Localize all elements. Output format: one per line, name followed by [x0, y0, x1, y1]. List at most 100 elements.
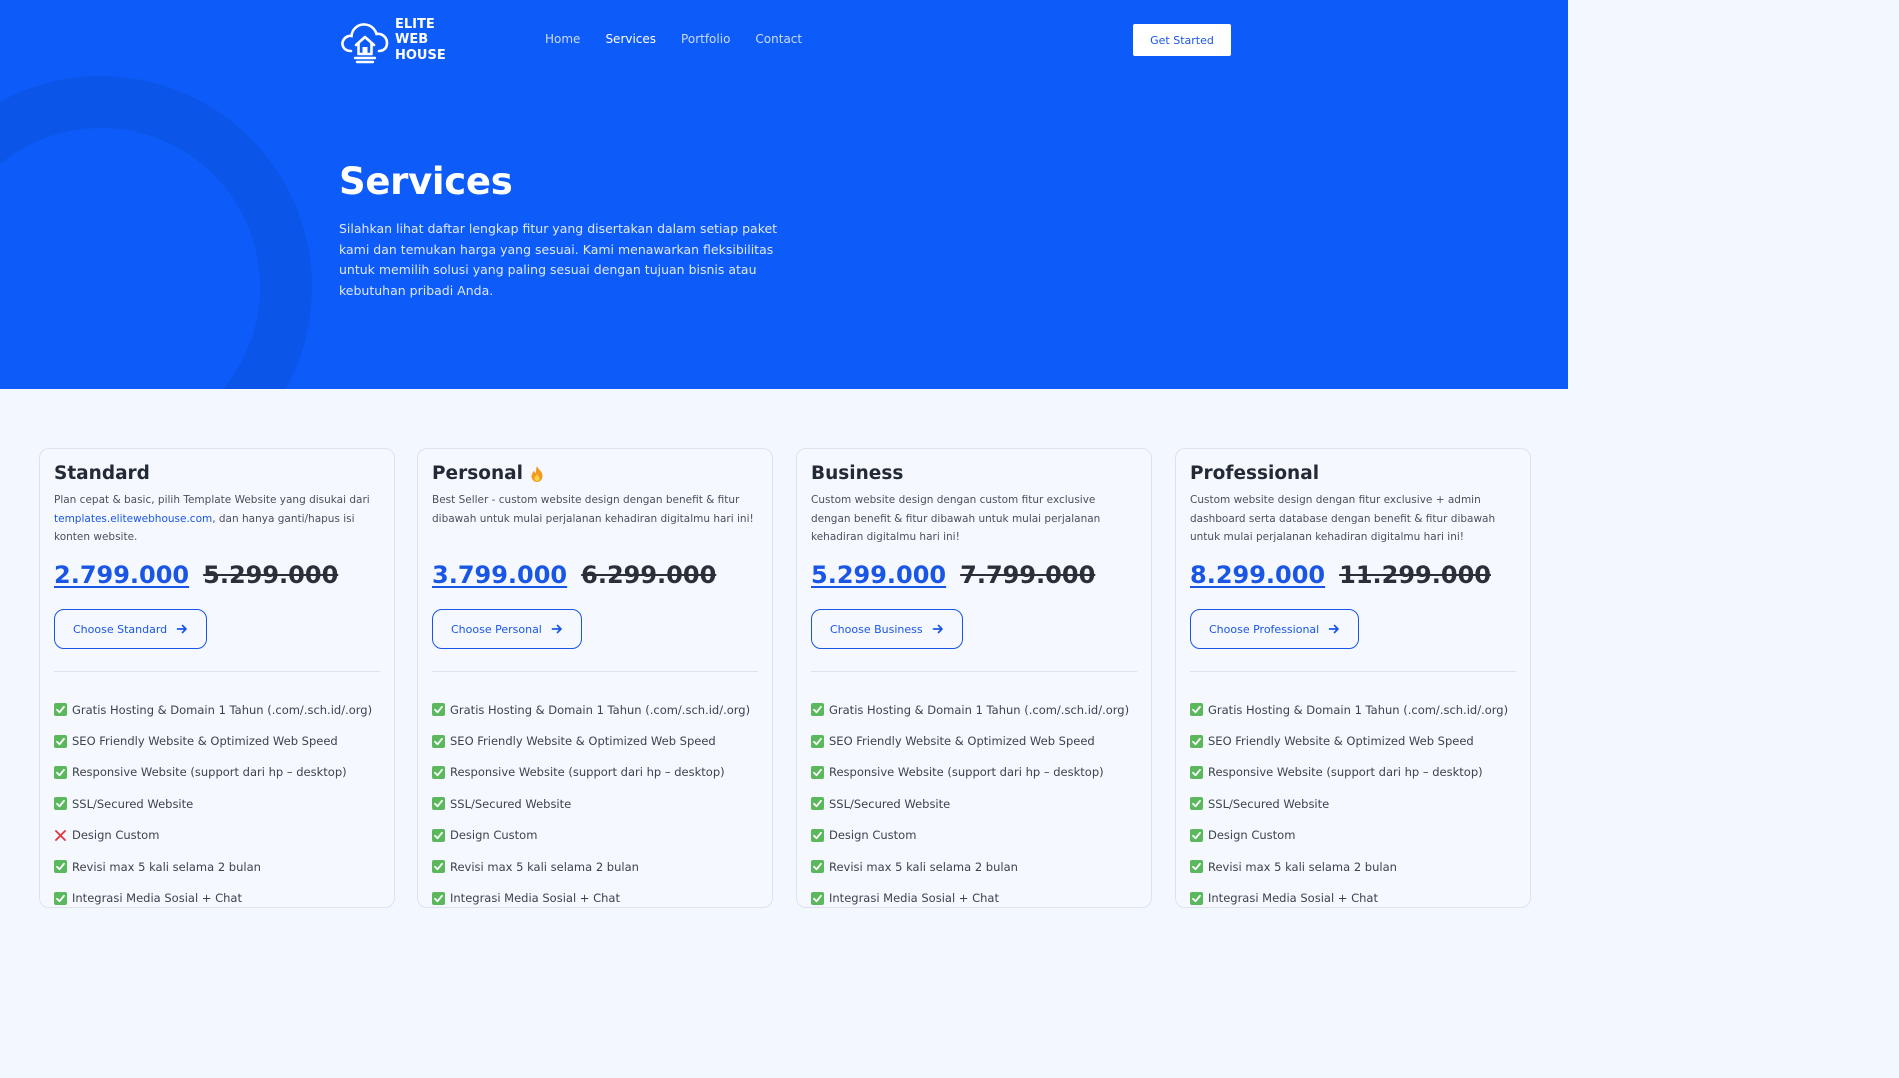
- feature-text: Design Custom: [450, 828, 538, 843]
- check-icon: [54, 734, 67, 748]
- arrow-right-icon: [1328, 624, 1340, 634]
- check-icon: [1190, 860, 1203, 874]
- check-icon: [54, 797, 67, 811]
- feature-text: SEO Friendly Website & Optimized Web Spe…: [450, 734, 716, 749]
- choose-professional-button[interactable]: Choose Professional: [1190, 609, 1360, 649]
- feature-item: Responsive Website (support dari hp – de…: [1190, 757, 1508, 788]
- pricing-card-professional: Professional Custom website design dengan…: [1175, 448, 1531, 908]
- check-icon: [811, 765, 824, 779]
- check-icon: [54, 703, 67, 717]
- feature-text: Integrasi Media Sosial + Chat: [72, 891, 242, 906]
- feature-text: Revisi max 5 kali selama 2 bulan: [72, 859, 261, 874]
- check-icon: [54, 891, 67, 905]
- feature-item: SSL/Secured Website: [432, 788, 750, 819]
- check-icon: [432, 797, 445, 811]
- arrow-right-icon: [932, 624, 943, 634]
- pricing-card-personal: Personal Best Seller - custom website des…: [417, 448, 773, 908]
- arrow-right-icon: [176, 624, 188, 634]
- feature-item: Integrasi Media Sosial + Chat: [432, 882, 750, 907]
- feature-text: Integrasi Media Sosial + Chat: [1208, 891, 1378, 906]
- feature-item: SSL/Secured Website: [811, 788, 1129, 819]
- feature-item: Integrasi Media Sosial + Chat: [54, 882, 372, 907]
- feature-list: Gratis Hosting & Domain 1 Tahun (.com/.s…: [432, 694, 751, 907]
- pricing-card-standard: Standard Plan cepat & basic, pilih Templa…: [39, 448, 395, 908]
- templates-link[interactable]: templates.elitewebhouse.com: [54, 513, 212, 525]
- brand-line: HOUSE: [395, 47, 446, 63]
- choose-standard-button[interactable]: Choose Standard: [54, 609, 208, 649]
- current-price[interactable]: 5.299.000: [811, 561, 946, 589]
- nav-services[interactable]: Services: [605, 32, 656, 46]
- feature-text: Design Custom: [1208, 828, 1296, 843]
- plan-title: Business: [811, 463, 903, 484]
- navbar: ELITE WEB HOUSE Home Services Portfolio …: [0, 0, 1568, 80]
- feature-item: SEO Friendly Website & Optimized Web Spe…: [432, 725, 750, 756]
- feature-item: Gratis Hosting & Domain 1 Tahun (.com/.s…: [54, 694, 372, 725]
- divider: [54, 671, 380, 672]
- plan-description: Best Seller - custom website design deng…: [432, 491, 758, 528]
- cross-icon: [55, 829, 66, 841]
- feature-item: Design Custom: [432, 820, 750, 851]
- feature-text: SSL/Secured Website: [829, 796, 951, 811]
- check-icon: [1190, 891, 1203, 905]
- nav-home[interactable]: Home: [545, 32, 580, 46]
- feature-list: Gratis Hosting & Domain 1 Tahun (.com/.s…: [811, 694, 1130, 907]
- check-icon: [54, 860, 67, 874]
- plan-desc-text: Plan cepat & basic, pilih Template Websi…: [54, 494, 370, 506]
- choose-business-button[interactable]: Choose Business: [811, 609, 963, 649]
- feature-text: SEO Friendly Website & Optimized Web Spe…: [829, 734, 1095, 749]
- feature-item: SSL/Secured Website: [54, 788, 372, 819]
- feature-item: Revisi max 5 kali selama 2 bulan: [811, 851, 1129, 882]
- get-started-button[interactable]: Get Started: [1133, 24, 1231, 56]
- fire-icon: [531, 465, 543, 482]
- button-label: Choose Personal: [451, 622, 542, 636]
- price-row: 3.799.000 6.299.000: [432, 561, 716, 589]
- plan-title: Standard: [54, 463, 150, 484]
- check-icon: [811, 860, 824, 874]
- choose-personal-button[interactable]: Choose Personal: [432, 609, 582, 649]
- divider: [432, 671, 758, 672]
- plan-title: Personal: [432, 463, 545, 484]
- feature-item: Design Custom: [811, 820, 1129, 851]
- feature-text: Responsive Website (support dari hp – de…: [450, 765, 725, 780]
- feature-item: Revisi max 5 kali selama 2 bulan: [1190, 851, 1508, 882]
- page-title: Services: [339, 160, 513, 203]
- feature-text: Integrasi Media Sosial + Chat: [829, 891, 999, 906]
- feature-item: SEO Friendly Website & Optimized Web Spe…: [54, 725, 372, 756]
- feature-item: Integrasi Media Sosial + Chat: [1190, 882, 1508, 907]
- check-icon: [432, 734, 445, 748]
- plan-name: Standard: [54, 463, 150, 484]
- current-price[interactable]: 2.799.000: [54, 561, 189, 589]
- plan-description: Custom website design dengan fitur exclu…: [1190, 491, 1516, 547]
- brand-logo[interactable]: ELITE WEB HOUSE: [339, 14, 446, 66]
- feature-text: Design Custom: [72, 828, 160, 843]
- feature-text: Gratis Hosting & Domain 1 Tahun (.com/.s…: [1208, 702, 1509, 717]
- current-price[interactable]: 8.299.000: [1190, 561, 1325, 589]
- check-icon: [432, 891, 445, 905]
- feature-item: Integrasi Media Sosial + Chat: [811, 882, 1129, 907]
- price-row: 5.299.000 7.799.000: [811, 561, 1095, 589]
- check-icon: [811, 734, 824, 748]
- feature-item: SEO Friendly Website & Optimized Web Spe…: [1190, 725, 1508, 756]
- check-icon: [1190, 797, 1203, 811]
- feature-text: SEO Friendly Website & Optimized Web Spe…: [72, 734, 338, 749]
- feature-text: Revisi max 5 kali selama 2 bulan: [450, 859, 639, 874]
- plan-title: Professional: [1190, 463, 1319, 484]
- feature-text: Revisi max 5 kali selama 2 bulan: [829, 859, 1018, 874]
- original-price: 5.299.000: [203, 561, 339, 589]
- current-price[interactable]: 3.799.000: [432, 561, 567, 589]
- button-label: Choose Business: [830, 622, 923, 636]
- original-price: 11.299.000: [1339, 561, 1491, 589]
- feature-text: Responsive Website (support dari hp – de…: [1208, 765, 1483, 780]
- plan-desc-text: Custom website design dengan fitur exclu…: [1190, 494, 1496, 543]
- feature-item: Revisi max 5 kali selama 2 bulan: [54, 851, 372, 882]
- feature-text: Gratis Hosting & Domain 1 Tahun (.com/.s…: [829, 702, 1130, 717]
- feature-text: Responsive Website (support dari hp – de…: [72, 765, 347, 780]
- nav-contact[interactable]: Contact: [755, 32, 802, 46]
- feature-text: Gratis Hosting & Domain 1 Tahun (.com/.s…: [72, 702, 373, 717]
- brand-line: ELITE: [395, 16, 435, 32]
- feature-text: Gratis Hosting & Domain 1 Tahun (.com/.s…: [450, 702, 751, 717]
- check-icon: [1190, 765, 1203, 779]
- nav-portfolio[interactable]: Portfolio: [681, 32, 730, 46]
- divider: [811, 671, 1137, 672]
- plan-name: Professional: [1190, 463, 1320, 484]
